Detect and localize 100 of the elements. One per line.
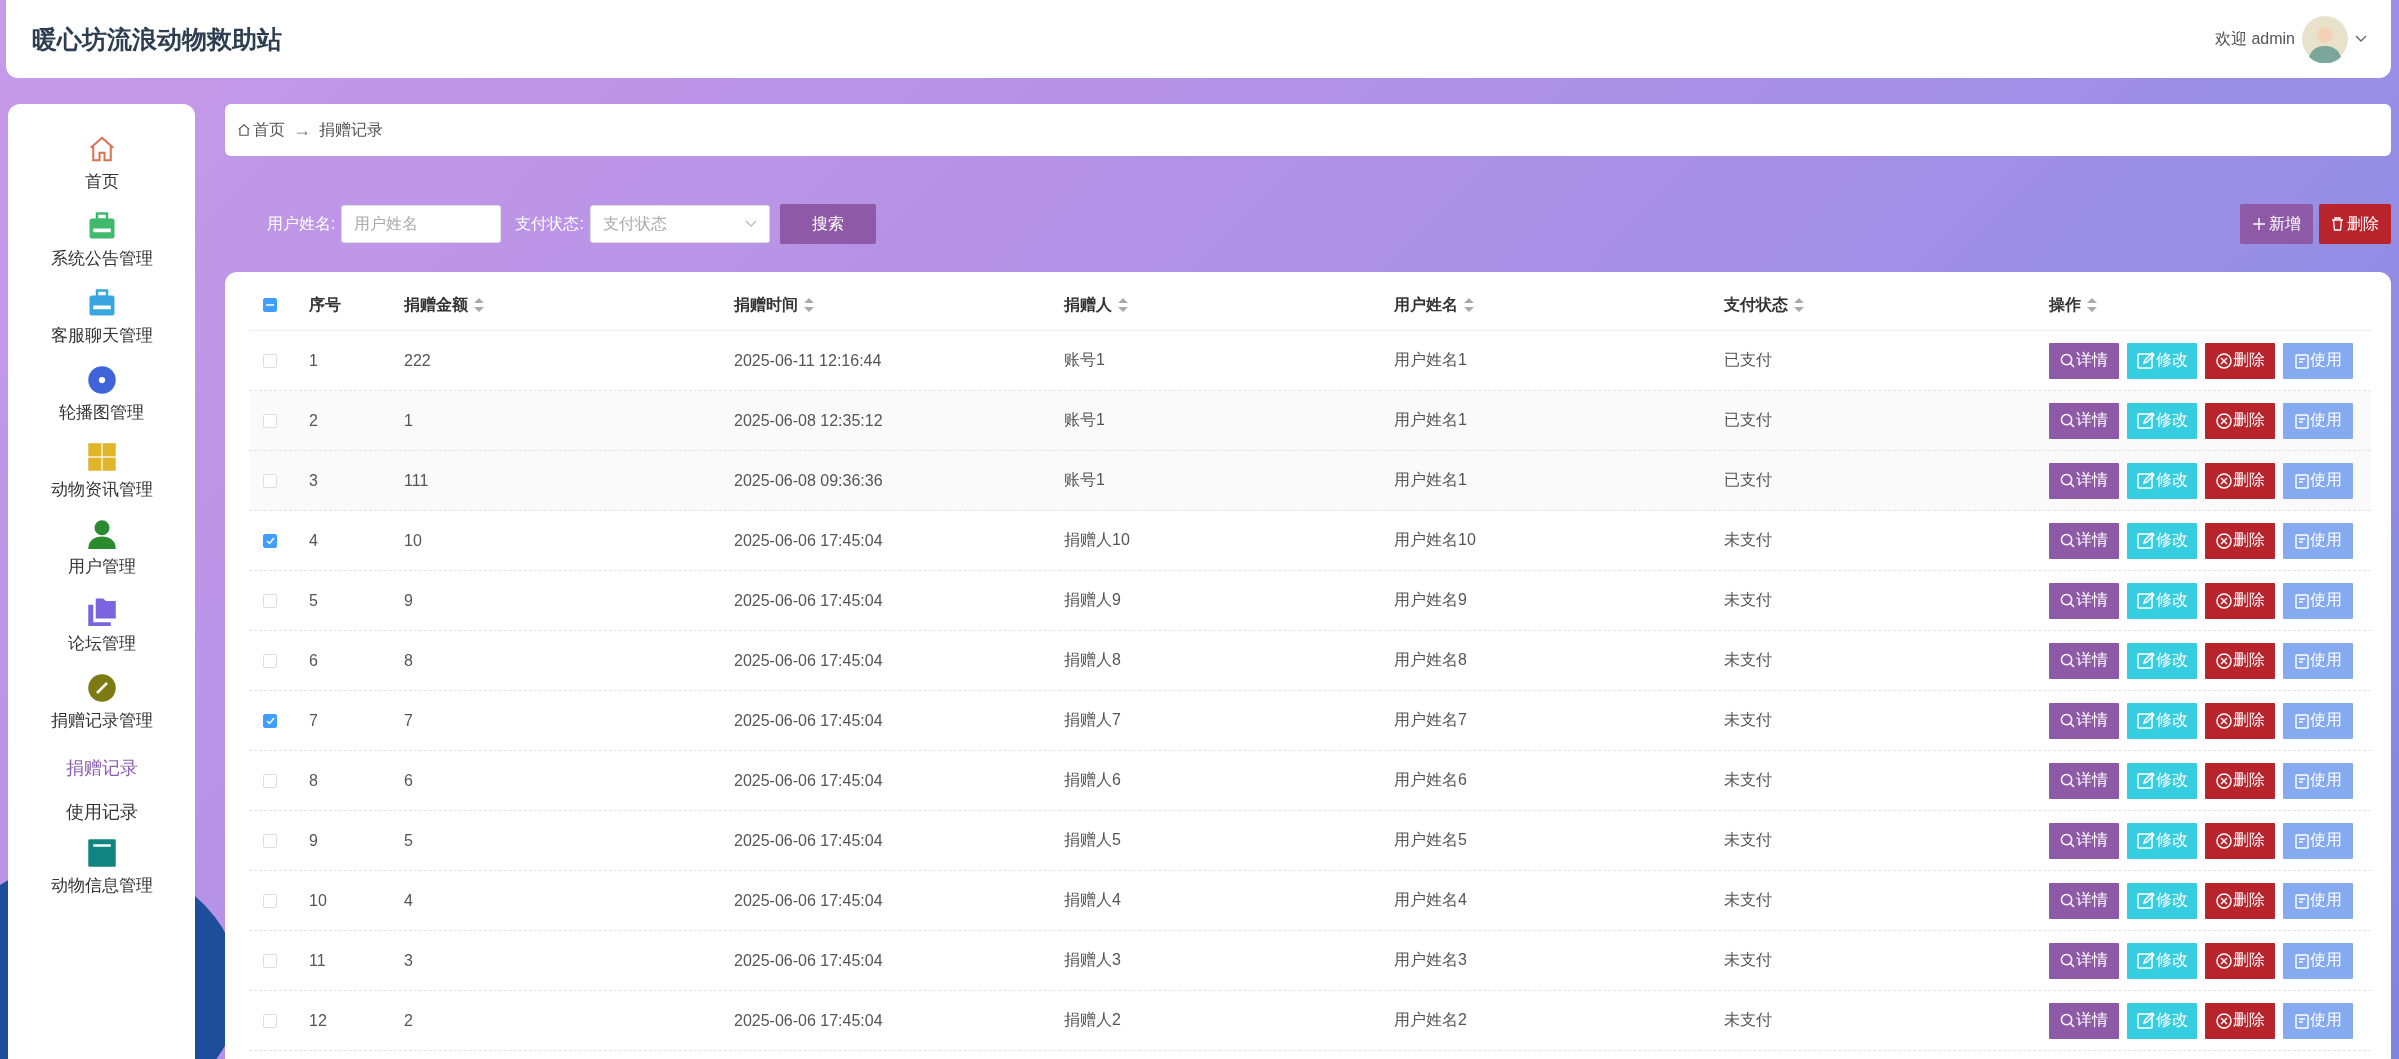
table-cell-text: 捐赠人6 xyxy=(1064,770,1122,790)
table-cell-text: 用户姓名4 xyxy=(1394,890,1468,910)
detail-button[interactable]: 详情 xyxy=(2049,402,2119,439)
sidebar-item[interactable]: 系统公告管理 xyxy=(50,211,153,270)
delete-button[interactable]: 删除 xyxy=(2205,462,2275,499)
sort-icon[interactable] xyxy=(804,298,814,312)
sidebar-item[interactable]: 论坛管理 xyxy=(67,596,136,655)
table-cell-text: 捐赠人7 xyxy=(1064,710,1122,730)
search-icon xyxy=(2060,413,2075,428)
sidebar-item[interactable]: 用户管理 xyxy=(67,519,136,578)
clipboard-icon xyxy=(2294,772,2309,789)
row-checkbox[interactable] xyxy=(263,713,277,728)
table-cell-text: 捐赠人9 xyxy=(1064,590,1122,610)
table-cell-text: 2 xyxy=(309,411,319,430)
delete-button[interactable]: 删除 xyxy=(2205,762,2275,799)
delete-button[interactable]: 删除 xyxy=(2205,402,2275,439)
detail-button[interactable]: 详情 xyxy=(2049,882,2119,919)
search-button[interactable]: 搜索 xyxy=(779,204,876,244)
table-cell-text: 10 xyxy=(309,891,328,910)
clipboard-icon xyxy=(2294,892,2309,909)
delete-button[interactable]: 删除 xyxy=(2205,702,2275,739)
table-cell-text: 账号1 xyxy=(1064,410,1106,430)
close-icon xyxy=(2215,412,2232,429)
table-cell-text: 3 xyxy=(309,471,319,490)
table-cell-text: 用户姓名2 xyxy=(1394,1010,1468,1030)
table-cell-text: 222 xyxy=(404,351,432,370)
detail-button[interactable]: 详情 xyxy=(2049,522,2119,559)
table-cell-text: 5 xyxy=(309,591,319,610)
column-header: 捐赠金额 xyxy=(404,294,468,315)
search-icon xyxy=(2060,713,2075,728)
detail-button[interactable]: 详情 xyxy=(2049,762,2119,799)
edit-icon xyxy=(2136,591,2155,610)
detail-button[interactable]: 详情 xyxy=(2049,822,2119,859)
sidebar-item[interactable]: 动物信息管理 xyxy=(50,838,153,897)
close-icon xyxy=(2215,772,2232,789)
sidebar-item[interactable]: 客服聊天管理 xyxy=(50,288,153,347)
search-icon xyxy=(2060,893,2075,908)
add-button[interactable]: 新增 xyxy=(2240,204,2313,244)
table-cell-text: 3 xyxy=(404,951,414,970)
submenu-item[interactable]: 捐赠记录 xyxy=(65,756,138,780)
sidebar-item[interactable]: 轮播图管理 xyxy=(59,365,144,424)
table-cell-text: 未支付 xyxy=(1724,890,1773,910)
table-cell-text: 8 xyxy=(309,771,319,790)
minus-icon xyxy=(266,304,274,306)
table-cell-text: 捐赠人2 xyxy=(1064,1010,1122,1030)
submenu-item[interactable]: 使用记录 xyxy=(65,800,138,824)
search-icon xyxy=(2060,533,2075,548)
sort-icon[interactable] xyxy=(2087,298,2097,312)
detail-button[interactable]: 详情 xyxy=(2049,462,2119,499)
table-cell-text: 未支付 xyxy=(1724,710,1773,730)
table-cell-text: 2025-06-06 17:45:04 xyxy=(734,711,884,730)
table-cell-text: 用户姓名10 xyxy=(1394,530,1477,550)
detail-button[interactable]: 详情 xyxy=(2049,642,2119,679)
edit-icon xyxy=(2136,771,2155,790)
delete-button[interactable]: 删除 xyxy=(2205,522,2275,559)
detail-button[interactable]: 详情 xyxy=(2049,702,2119,739)
detail-button[interactable]: 详情 xyxy=(2049,942,2119,979)
table-cell-text: 未支付 xyxy=(1724,650,1773,670)
table-cell-text: 已支付 xyxy=(1724,350,1773,370)
table-cell-text: 7 xyxy=(404,711,414,730)
sidebar-item[interactable]: 首页 xyxy=(84,134,119,193)
close-icon xyxy=(2215,712,2232,729)
edit-icon xyxy=(2136,531,2155,550)
sidebar-item[interactable]: 动物资讯管理 xyxy=(50,442,153,501)
detail-button[interactable]: 详情 xyxy=(2049,1002,2119,1039)
delete-button[interactable]: 删除 xyxy=(2205,642,2275,679)
check-icon xyxy=(265,536,275,545)
table-cell-text: 未支付 xyxy=(1724,770,1773,790)
sort-icon[interactable] xyxy=(1464,298,1474,312)
field-label: 支付状态: xyxy=(515,213,584,234)
table-cell-text: 未支付 xyxy=(1724,830,1773,850)
delete-button[interactable]: 删除 xyxy=(2205,1002,2275,1039)
name-input[interactable]: 用户姓名 xyxy=(341,205,502,243)
table-cell-text: 未支付 xyxy=(1724,950,1773,970)
delete-button[interactable]: 删除 xyxy=(2205,882,2275,919)
delete-button[interactable]: 删除 xyxy=(2205,942,2275,979)
detail-button[interactable]: 详情 xyxy=(2049,582,2119,619)
avatar-icon[interactable] xyxy=(2301,15,2349,63)
breadcrumb-link[interactable]: 首页 xyxy=(237,119,285,141)
chevron-down-icon[interactable] xyxy=(2355,35,2367,43)
delete-button[interactable]: 删除 xyxy=(2319,204,2391,244)
delete-button[interactable]: 删除 xyxy=(2205,582,2275,619)
close-icon xyxy=(2215,1012,2232,1029)
row-checkbox[interactable] xyxy=(263,533,277,548)
edit-icon xyxy=(2136,471,2155,490)
sort-icon[interactable] xyxy=(1794,298,1804,312)
clipboard-icon xyxy=(2294,472,2309,489)
select-all-checkbox[interactable] xyxy=(263,298,277,312)
sidebar-item[interactable]: 捐赠记录管理 xyxy=(50,673,153,732)
table-cell-text: 2025-06-06 17:45:04 xyxy=(734,831,884,850)
breadcrumb-separator: → xyxy=(293,119,311,141)
sort-icon[interactable] xyxy=(1118,298,1128,312)
sort-icon[interactable] xyxy=(474,298,484,312)
table-cell-text: 用户姓名5 xyxy=(1394,830,1468,850)
table-cell-text: 4 xyxy=(404,891,414,910)
delete-button[interactable]: 删除 xyxy=(2205,342,2275,379)
detail-button[interactable]: 详情 xyxy=(2049,342,2119,379)
search-icon xyxy=(2060,593,2075,608)
table-cell-text: 2025-06-06 17:45:04 xyxy=(734,1011,884,1030)
delete-button[interactable]: 删除 xyxy=(2205,822,2275,859)
